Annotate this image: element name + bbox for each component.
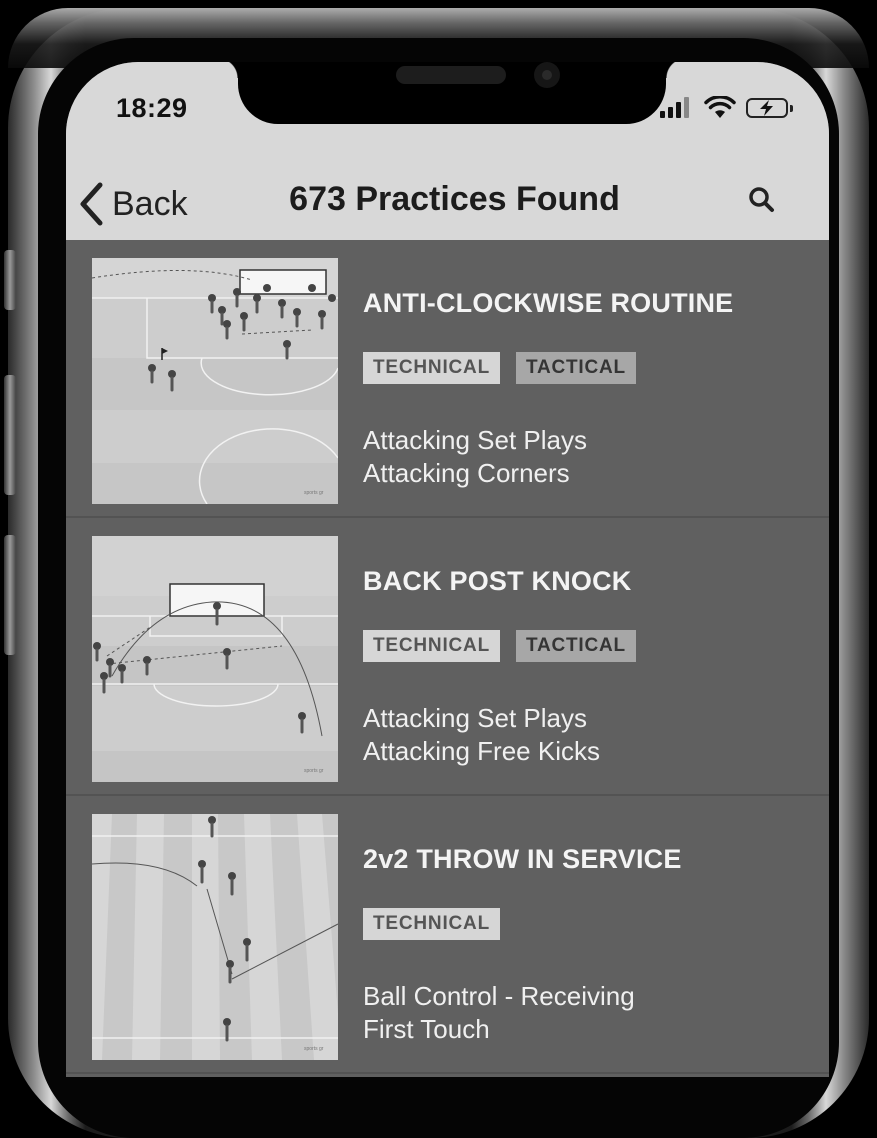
screen: 18:29 Back 673 Practices Found sports gr… xyxy=(66,62,829,1077)
search-button[interactable] xyxy=(744,182,780,218)
thumbnail-watermark: sports gr xyxy=(304,1046,324,1052)
cellular-signal-icon xyxy=(660,96,694,120)
thumbnail-watermark: sports gr xyxy=(304,768,324,774)
tag-tactical: TACTICAL xyxy=(515,352,636,384)
practice-list-item[interactable]: sports gr BACK POST KNOCK TECHNICAL TACT… xyxy=(66,518,829,796)
practice-category: Attacking Set Plays xyxy=(363,703,587,733)
practice-category: First Touch xyxy=(363,1014,490,1044)
practice-tags: TECHNICAL xyxy=(363,908,500,940)
practice-thumbnail: sports gr xyxy=(92,258,338,504)
phone-side-button xyxy=(4,375,16,495)
tag-tactical: TACTICAL xyxy=(515,630,636,662)
thumbnail-watermark: sports gr xyxy=(304,490,324,496)
practice-categories: Attacking Set Plays Attacking Free Kicks xyxy=(363,702,600,768)
practice-category: Attacking Corners xyxy=(363,458,570,488)
navigation-bar: Back 673 Practices Found xyxy=(66,172,829,240)
status-bar: 18:29 xyxy=(66,62,829,172)
wifi-icon xyxy=(704,95,736,120)
page-title: 673 Practices Found xyxy=(289,180,620,218)
practice-categories: Attacking Set Plays Attacking Corners xyxy=(363,424,587,490)
practice-category: Attacking Free Kicks xyxy=(363,736,600,766)
practice-list-item[interactable]: sports gr ANTI-CLOCKWISE ROUTINE TECHNIC… xyxy=(66,240,829,518)
status-time: 18:29 xyxy=(116,93,188,123)
practice-thumbnail: sports gr xyxy=(92,814,338,1060)
practice-title: 2v2 THROW IN SERVICE xyxy=(363,844,682,874)
practice-thumbnail: sports gr xyxy=(92,536,338,782)
speaker xyxy=(396,66,506,84)
tag-technical: TECHNICAL xyxy=(363,630,500,662)
practice-categories: Ball Control - Receiving First Touch xyxy=(363,980,635,1046)
practice-list-item[interactable]: sports gr 2v2 THROW IN SERVICE TECHNICAL… xyxy=(66,796,829,1074)
practice-tags: TECHNICAL TACTICAL xyxy=(363,352,636,384)
notch xyxy=(218,62,686,124)
status-icons xyxy=(660,95,810,120)
practice-list: sports gr ANTI-CLOCKWISE ROUTINE TECHNIC… xyxy=(66,240,829,1074)
practice-category: Attacking Set Plays xyxy=(363,425,587,455)
front-camera xyxy=(534,62,560,88)
practice-tags: TECHNICAL TACTICAL xyxy=(363,630,636,662)
tag-technical: TECHNICAL xyxy=(363,352,500,384)
practice-category: Ball Control - Receiving xyxy=(363,981,635,1011)
tag-technical: TECHNICAL xyxy=(363,908,500,940)
practice-title: ANTI-CLOCKWISE ROUTINE xyxy=(363,288,734,318)
phone-side-button xyxy=(4,250,16,310)
battery-charging-icon xyxy=(746,98,793,118)
phone-side-button xyxy=(4,535,16,655)
practice-title: BACK POST KNOCK xyxy=(363,566,632,596)
search-icon xyxy=(749,187,774,212)
